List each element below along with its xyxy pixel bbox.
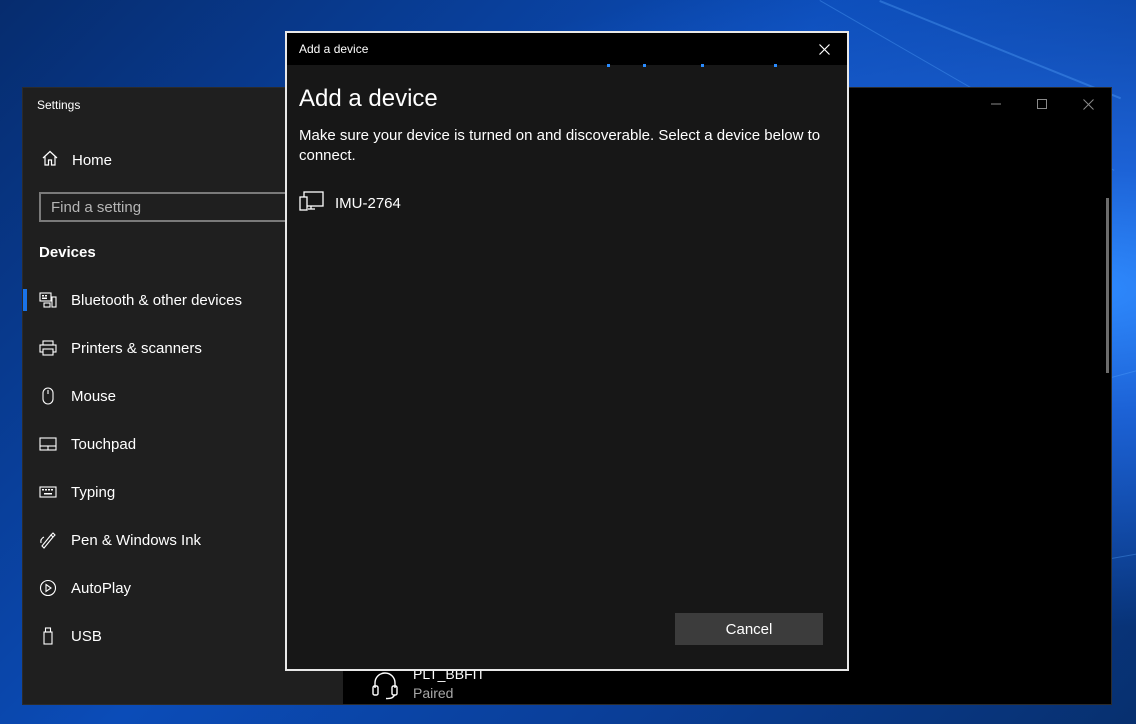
sidebar-item-label: Touchpad <box>71 435 137 453</box>
headset-icon <box>371 670 401 705</box>
dialog-close-button[interactable] <box>809 37 839 61</box>
close-icon <box>1082 98 1094 110</box>
settings-window-title: Settings <box>37 98 81 112</box>
section-title: Devices <box>39 244 96 261</box>
device-name: IMU-2764 <box>335 194 401 212</box>
usb-icon <box>39 627 57 645</box>
paired-device-item[interactable]: PLT_BBFIT Paired <box>371 666 485 705</box>
paired-device-status: Paired <box>413 685 454 701</box>
home-icon <box>41 150 59 171</box>
dialog-titlebar: Add a device <box>287 33 847 65</box>
touchpad-icon <box>39 435 57 453</box>
sidebar-item-label: AutoPlay <box>71 579 132 597</box>
add-device-dialog: Add a device Add a device Make sure your… <box>285 31 849 671</box>
dialog-titlebar-text: Add a device <box>299 42 369 56</box>
progress-dot <box>643 64 646 67</box>
progress-dot <box>774 64 777 67</box>
scrollbar[interactable] <box>1106 198 1109 373</box>
printer-icon <box>39 339 57 357</box>
nav-home-label: Home <box>72 152 113 169</box>
pen-icon <box>39 531 57 549</box>
sidebar-item-label: USB <box>71 627 102 645</box>
light-beam <box>879 0 1122 100</box>
window-controls <box>973 88 1111 120</box>
minimize-button[interactable] <box>973 88 1019 120</box>
maximize-button[interactable] <box>1019 88 1065 120</box>
sidebar-item-label: Bluetooth & other devices <box>71 291 242 309</box>
device-list-item[interactable]: IMU-2764 <box>299 187 835 219</box>
mouse-icon <box>39 387 57 405</box>
progress-dot <box>607 64 610 67</box>
autoplay-icon <box>39 579 57 597</box>
keyboard-icon <box>39 483 57 501</box>
progress-indicator <box>287 64 847 68</box>
generic-device-icon <box>299 190 325 216</box>
sidebar-item-label: Pen & Windows Ink <box>71 531 202 549</box>
close-button[interactable] <box>1065 88 1111 120</box>
sidebar-item-label: Printers & scanners <box>71 339 202 357</box>
maximize-icon <box>1037 99 1047 109</box>
dialog-description: Make sure your device is turned on and d… <box>299 127 821 164</box>
dialog-heading: Add a device <box>299 85 438 112</box>
progress-dot <box>701 64 704 67</box>
close-icon <box>818 43 830 55</box>
sidebar-item-label: Mouse <box>71 387 117 405</box>
minimize-icon <box>991 103 1001 105</box>
sidebar-item-label: Typing <box>71 483 116 501</box>
bluetooth-devices-icon <box>39 291 57 309</box>
nav-home[interactable]: Home <box>41 150 112 171</box>
cancel-button[interactable]: Cancel <box>675 613 823 645</box>
